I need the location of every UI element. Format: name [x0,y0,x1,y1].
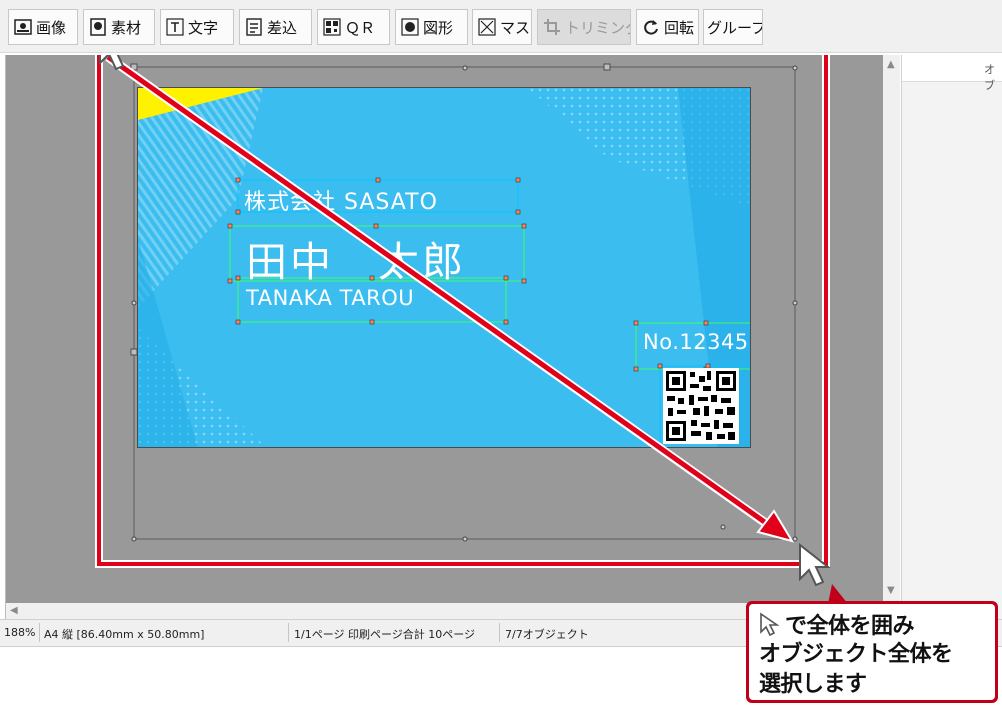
text-button-label: 文字 [188,18,219,37]
page-count: 1/1ページ 印刷ページ合計 10ページ [294,628,476,641]
mask-icon [478,18,496,36]
callout-body: で全体を囲み オブジェクト全体を 選択します [749,604,995,700]
shape-icon [401,18,419,36]
material-button-label: 素材 [111,18,142,37]
merge-icon [245,18,263,36]
qr-icon [323,18,341,36]
instruction-callout: で全体を囲み オブジェクト全体を 選択します [746,601,998,703]
image-button-label: 画像 [36,18,67,37]
callout-line-2: オブジェクト全体を [759,642,953,667]
group-button-label: グループ [707,18,763,37]
paper-size: A4 縦 [86.40mm x 50.80mm] [44,628,205,641]
cursor-icon [760,612,780,636]
right-panel-header-text: オブ [984,63,995,92]
zoom-level: 188% [4,626,36,639]
material-button[interactable]: 素材 [83,9,155,45]
qr-button[interactable]: ＱＲ [317,9,390,45]
canvas-area[interactable]: 株式会社 SASATO 田中 太郎 TANAKA TAROU No.12345 [6,55,883,603]
end-cursor-icon [799,543,831,587]
text-button[interactable]: 文字 [160,9,234,45]
trim-button-label: トリミング [565,18,630,37]
right-panel: オブ [901,55,1002,619]
scroll-up-icon[interactable]: ▲ [887,59,895,70]
scroll-left-icon[interactable]: ◀ [10,605,18,616]
object-count: 7/7オブジェクト [505,628,589,641]
shape-button-label: 図形 [423,18,454,37]
group-button[interactable]: グループ [703,9,763,45]
rotate-button[interactable]: 回転 [636,9,699,45]
image-icon [14,18,32,36]
rotate-icon [642,18,660,36]
mask-button-label: マスク [500,18,531,37]
text-icon [166,18,184,36]
start-cursor-icon [99,55,125,71]
merge-button[interactable]: 差込 [239,9,312,45]
right-panel-header[interactable]: オブ [902,55,1002,92]
qr-button-label: ＱＲ [345,18,376,37]
scroll-down-icon[interactable]: ▼ [887,585,895,596]
toolbar: 画像 素材 文字 差込 ＱＲ 図形 マスク トリミング 回転 グループ [0,0,1002,53]
trim-icon [543,18,561,36]
rotate-button-label: 回転 [664,18,695,37]
shape-button[interactable]: 図形 [395,9,468,45]
callout-line-3: 選択します [759,672,867,697]
merge-button-label: 差込 [267,18,298,37]
trim-button[interactable]: トリミング [537,9,631,45]
vertical-scrollbar[interactable]: ▲ ▼ [883,55,900,603]
mask-button[interactable]: マスク [472,9,532,45]
material-icon [89,18,107,36]
image-button[interactable]: 画像 [8,9,78,45]
drag-selection-overlay [95,55,830,568]
